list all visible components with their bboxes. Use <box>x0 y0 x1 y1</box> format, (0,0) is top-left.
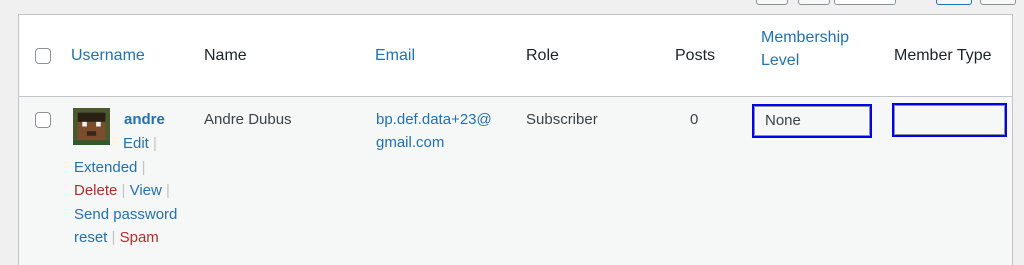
apply-button[interactable] <box>798 0 830 5</box>
column-header-name: Name <box>204 47 247 64</box>
membership-level-select[interactable]: None <box>752 104 872 138</box>
column-header-posts: Posts <box>675 47 716 64</box>
page-button-current[interactable] <box>936 0 972 5</box>
edit-link[interactable]: Edit <box>123 135 149 152</box>
spam-link[interactable]: Spam <box>120 229 159 246</box>
column-header-membership-level-line1: Membership <box>761 29 850 46</box>
delete-link[interactable]: Delete <box>74 182 117 199</box>
column-header-role: Role <box>526 47 559 64</box>
column-header-email[interactable]: Email <box>375 44 415 67</box>
pagination-controls-partial <box>0 0 1024 14</box>
separator: | <box>141 158 146 176</box>
cell-posts: 0 <box>690 111 699 128</box>
separator: | <box>166 182 170 199</box>
change-role-select[interactable] <box>834 0 896 5</box>
separator: | <box>121 182 126 199</box>
bulk-action-select[interactable] <box>756 0 788 5</box>
cell-email-link[interactable]: bp.def.data+23@ gmail.com <box>376 108 506 154</box>
page-button-next[interactable] <box>980 0 1016 5</box>
username-link[interactable]: andre <box>124 108 165 131</box>
column-header-membership-level[interactable]: Membership Level <box>761 26 849 72</box>
separator: | <box>111 229 116 246</box>
extended-link[interactable]: Extended <box>74 159 137 176</box>
send-password-reset-text-2: reset <box>74 229 108 246</box>
email-line1: bp.def.data+23@ <box>376 111 492 128</box>
select-all-checkbox[interactable] <box>35 48 51 64</box>
member-type-select[interactable] <box>892 103 1007 137</box>
cell-name: Andre Dubus <box>204 111 292 128</box>
table-header: Username Name Email Role Posts Membershi… <box>19 15 1012 97</box>
column-header-membership-level-line2: Level <box>761 52 800 69</box>
row-actions: Edit | Extended | Delete | View | Send p… <box>74 132 184 250</box>
users-table: Username Name Email Role Posts Membershi… <box>18 14 1013 265</box>
table-row: andre Edit | Extended | Delete | View | … <box>19 97 1012 265</box>
column-header-username[interactable]: Username <box>71 44 145 67</box>
cell-role: Subscriber <box>526 111 598 128</box>
separator: | <box>153 135 157 152</box>
view-link[interactable]: View <box>130 182 162 199</box>
email-line2: gmail.com <box>376 134 445 151</box>
column-header-member-type: Member Type <box>894 47 992 64</box>
row-checkbox[interactable] <box>35 112 51 128</box>
send-password-reset-text-1: Send password <box>74 205 178 223</box>
